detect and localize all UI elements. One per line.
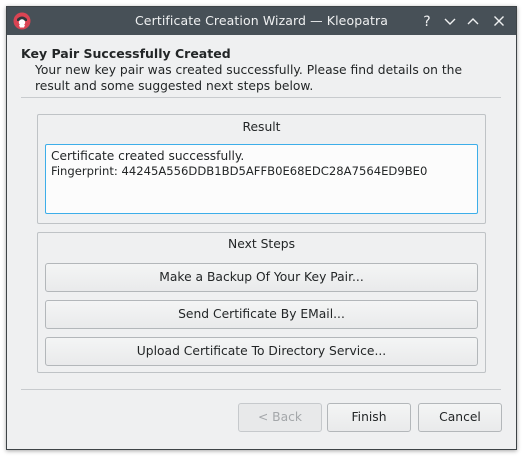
page-title: Key Pair Successfully Created	[21, 46, 231, 61]
cancel-button[interactable]: Cancel	[418, 403, 502, 432]
next-steps-group: Next Steps Make a Backup Of Your Key Pai…	[37, 232, 486, 373]
help-icon[interactable]: ?	[418, 12, 436, 30]
minimize-icon[interactable]	[441, 12, 459, 30]
upload-certificate-button[interactable]: Upload Certificate To Directory Service.…	[45, 337, 478, 366]
result-text-area[interactable]: Certificate created successfully. Finger…	[45, 144, 478, 214]
window-title: Certificate Creation Wizard — Kleopatra	[134, 13, 389, 28]
finish-button[interactable]: Finish	[327, 403, 411, 432]
next-steps-group-title: Next Steps	[228, 237, 295, 251]
send-certificate-email-button[interactable]: Send Certificate By EMail...	[45, 300, 478, 329]
page-subtitle: Your new key pair was created successful…	[35, 63, 463, 93]
footer-divider	[21, 389, 501, 390]
result-group: Result Certificate created successfully.…	[37, 114, 486, 224]
titlebar[interactable]: Certificate Creation Wizard — Kleopatra …	[7, 7, 516, 35]
fingerprint-text: Fingerprint: 44245A556DDB1BD5AFFB0E68EDC…	[51, 164, 428, 178]
backup-key-pair-button[interactable]: Make a Backup Of Your Key Pair...	[45, 263, 478, 292]
close-icon[interactable]	[490, 12, 508, 30]
result-status-text: Certificate created successfully.	[51, 149, 245, 163]
svg-text:?: ?	[423, 14, 430, 30]
result-group-title: Result	[242, 120, 281, 134]
maximize-icon[interactable]	[464, 12, 482, 30]
wizard-window: Certificate Creation Wizard — Kleopatra …	[6, 6, 517, 450]
header-divider	[21, 97, 501, 98]
back-button[interactable]: < Back	[238, 403, 322, 432]
